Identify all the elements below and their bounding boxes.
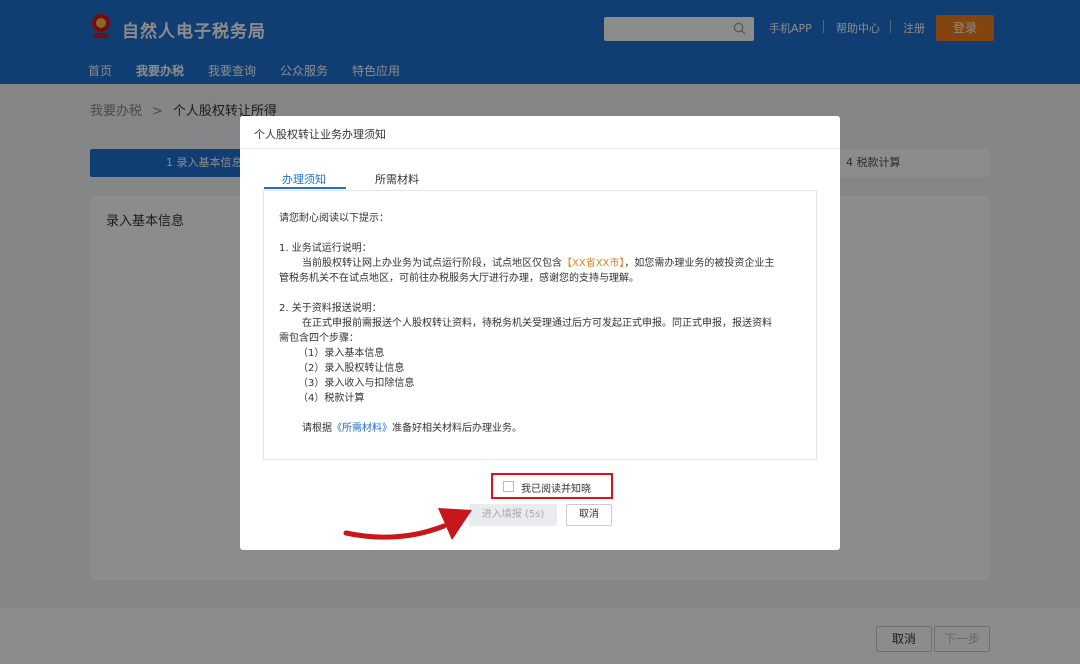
tab-handling-notice[interactable]: 办理须知 [282,171,326,187]
section1-line1: 当前股权转让网上办业务为试点运行阶段，试点地区仅包含【XX省XX市】，如您需办理… [302,258,775,269]
pilot-region: 【XX省XX市】 [562,258,625,269]
notice-intro: 请您耐心阅读以下提示： [279,213,389,224]
divider [240,148,840,149]
tab-required-materials[interactable]: 所需材料 [375,171,419,187]
section2-title: 2. 关于资料报送说明： [279,303,382,314]
section1-line2: 管税务机关不在试点地区，可前往办税服务大厅进行办理，感谢您的支持与理解。 [279,273,639,284]
required-materials-link[interactable]: 《所需材料》 [332,423,392,434]
acknowledge-highlight: 我已阅读并知晓 [491,473,613,499]
list-item: （1）录入基本信息 [298,348,385,359]
closing-text: 请根据《所需材料》准备好相关材料后办理业务。 [302,423,522,434]
acknowledge-label[interactable]: 我已阅读并知晓 [521,480,591,495]
modal-cancel-button[interactable]: 取消 [566,504,612,526]
active-tab-indicator [264,187,346,189]
section2-line2: 需包含四个步骤： [279,333,359,344]
section1-title: 1. 业务试运行说明： [279,243,372,254]
acknowledge-checkbox[interactable] [503,481,514,492]
list-item: （4）税款计算 [298,393,365,404]
annotation-arrow-icon [343,508,472,540]
notice-modal: 个人股权转让业务办理须知 办理须知 所需材料 请您耐心阅读以下提示： 1. 业务… [240,116,840,550]
notice-content: 请您耐心阅读以下提示： 1. 业务试运行说明： 当前股权转让网上办业务为试点运行… [263,190,817,460]
modal-title: 个人股权转让业务办理须知 [254,128,386,141]
list-item: （3）录入收入与扣除信息 [298,378,415,389]
enter-filing-button[interactable]: 进入填报 (5s) [469,504,557,526]
section2-line1: 在正式申报前需报送个人股权转让资料，待税务机关受理通过后方可发起正式申报。同正式… [302,318,772,329]
list-item: （2）录入股权转让信息 [298,363,405,374]
